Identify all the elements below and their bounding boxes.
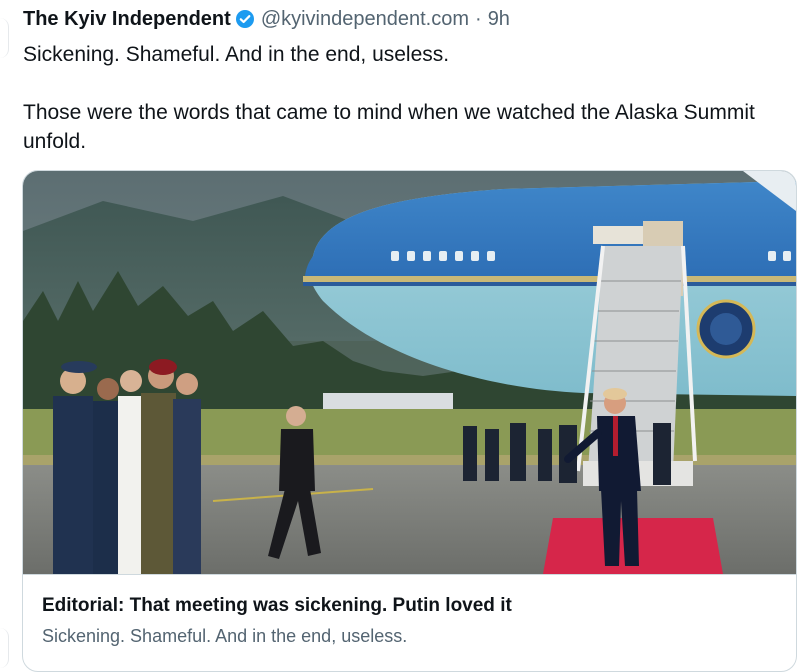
post-text: Sickening. Shameful. And in the end, use… xyxy=(23,40,793,156)
link-card-meta[interactable]: Editorial: That meeting was sickening. P… xyxy=(23,574,796,671)
post-header: The Kyiv Independent @kyivindependent.co… xyxy=(23,5,510,33)
link-card-image[interactable] xyxy=(23,171,796,574)
thread-rail xyxy=(0,18,9,58)
thread-rail-bottom xyxy=(0,628,9,668)
author-name[interactable]: The Kyiv Independent xyxy=(23,8,231,31)
post-text-line: Sickening. Shameful. And in the end, use… xyxy=(23,43,450,66)
header-separator: · xyxy=(475,7,482,30)
post[interactable]: The Kyiv Independent @kyivindependent.co… xyxy=(0,0,805,672)
link-card-description: Sickening. Shameful. And in the end, use… xyxy=(42,626,408,646)
post-timestamp[interactable]: 9h xyxy=(488,8,510,31)
airport-tarmac-photo xyxy=(23,171,796,574)
post-text-line: Those were the words that came to mind w… xyxy=(23,101,755,153)
author-handle[interactable]: @kyivindependent.com xyxy=(261,8,469,31)
verified-badge-icon xyxy=(235,9,255,29)
link-card-title[interactable]: Editorial: That meeting was sickening. P… xyxy=(42,595,512,617)
link-card[interactable]: Editorial: That meeting was sickening. P… xyxy=(22,170,797,672)
